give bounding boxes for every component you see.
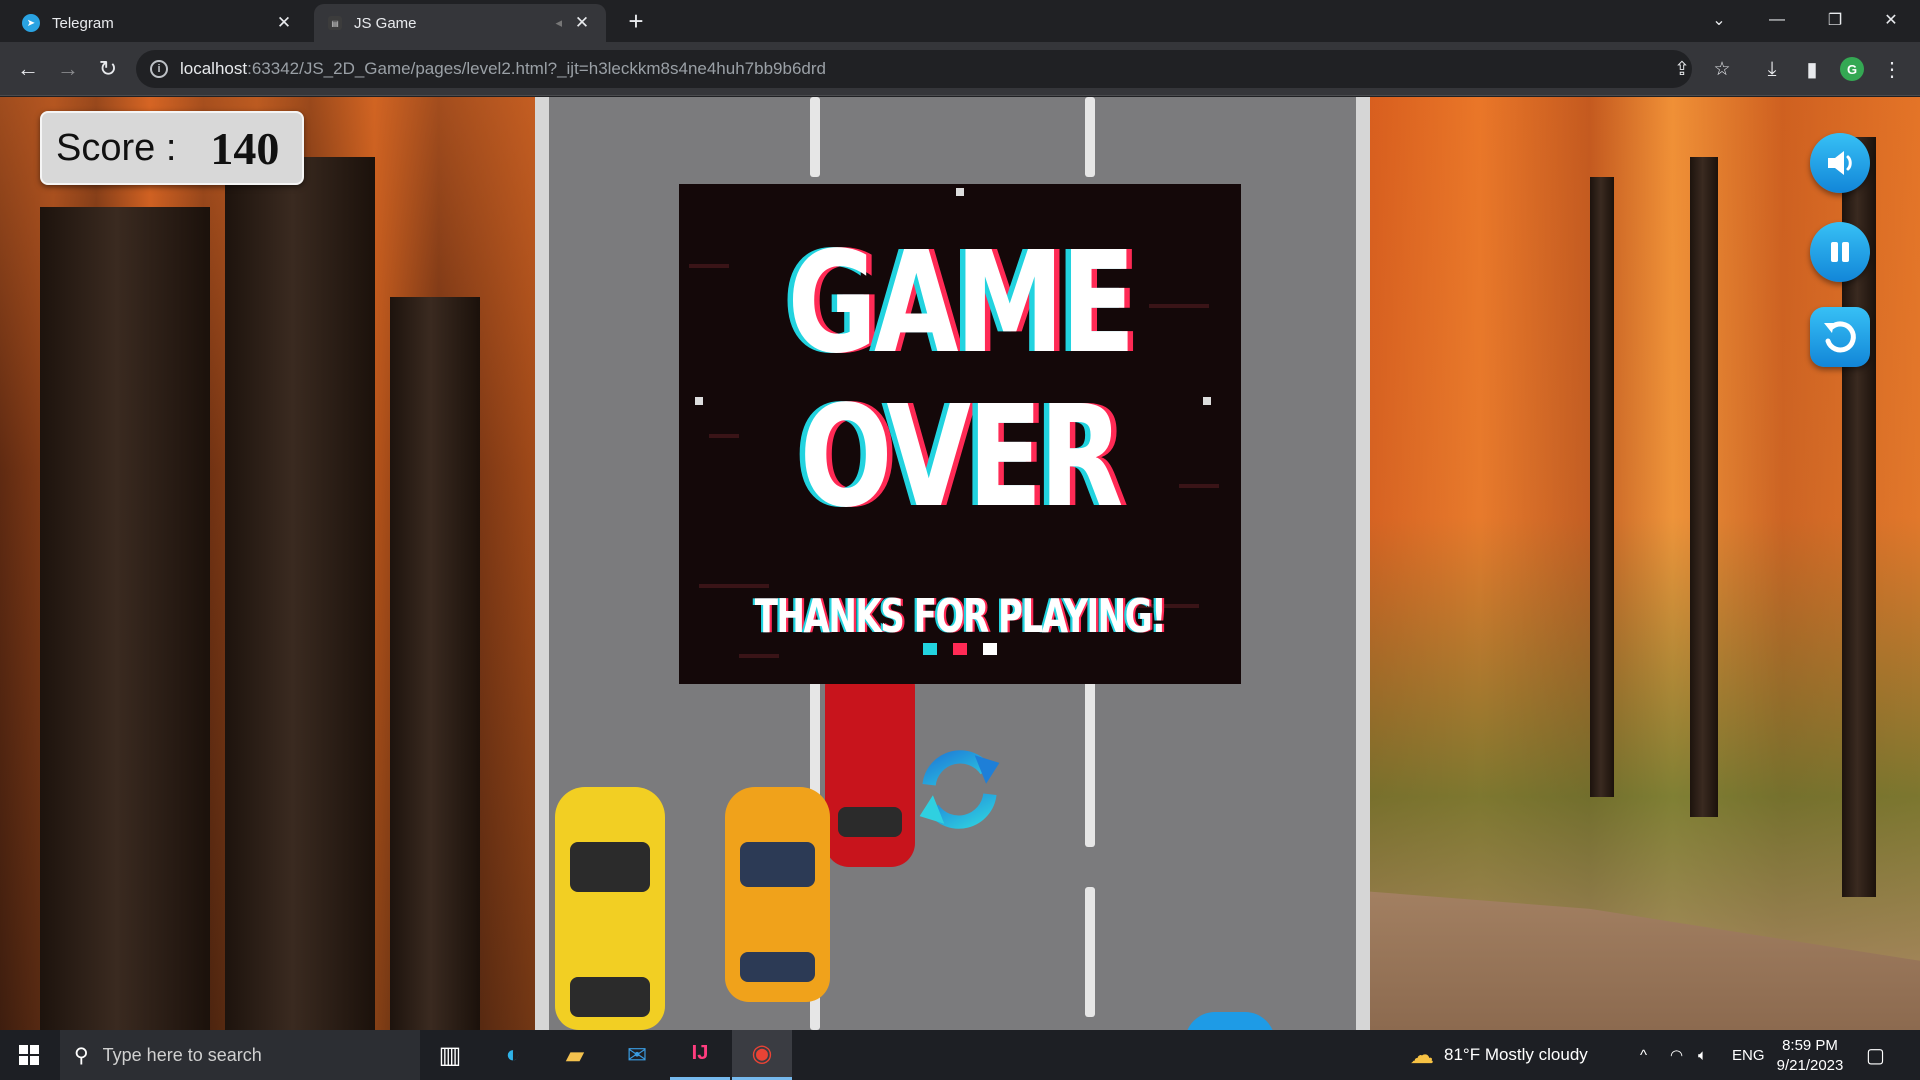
share-icon[interactable]: ⇪ [1666, 50, 1698, 88]
tree-trunk [390, 297, 480, 1030]
clock-time: 8:59 PM [1782, 1037, 1838, 1054]
site-info-icon[interactable]: i [150, 60, 168, 78]
restore-button[interactable]: ❐ [1806, 0, 1864, 40]
lane-marking [1085, 97, 1095, 177]
tab-search-chevron-icon[interactable]: ⌄ [1690, 0, 1748, 40]
tree-trunk [225, 157, 375, 1030]
back-arrow-icon[interactable]: ← [12, 53, 44, 85]
close-tab-icon[interactable]: ✕ [274, 13, 294, 33]
weather-widget[interactable]: ☁ 81°F Mostly cloudy [1410, 1030, 1588, 1080]
lane-marking [1085, 657, 1095, 847]
new-tab-button[interactable]: + [622, 8, 650, 36]
forward-arrow-icon[interactable]: → [52, 53, 84, 85]
cloudy-weather-icon: ☁ [1410, 1041, 1434, 1069]
show-hidden-icons-chevron-icon[interactable]: ^ [1640, 1030, 1647, 1080]
windows-taskbar: ⚲ Type here to search ▥ ◐ ▰ ✉ IJ ◉ ☁ 81°… [0, 1030, 1920, 1080]
download-icon[interactable]: ⤓ [1756, 53, 1788, 85]
road-edge-right [1356, 97, 1370, 1030]
game-over-title-line1: GAME [787, 222, 1136, 385]
restart-cycle-icon[interactable] [912, 742, 1007, 837]
notification-center-icon[interactable]: ▢ [1866, 1030, 1885, 1080]
language-indicator[interactable]: ENG [1732, 1030, 1765, 1080]
weather-text: 81°F Mostly cloudy [1444, 1045, 1588, 1064]
url-path: :63342/JS_2D_Game/pages/level2.html?_ijt… [247, 59, 826, 78]
chrome-icon[interactable]: ◉ [732, 1030, 792, 1080]
sound-toggle-button[interactable] [1810, 133, 1870, 193]
url-host: localhost [180, 59, 248, 78]
speaker-icon [1828, 151, 1852, 175]
pause-button[interactable] [1810, 222, 1870, 282]
tree-trunk [1590, 177, 1614, 797]
game-over-panel: GAME OVER THANKS FOR PLAYING! [679, 184, 1241, 684]
tree-trunk [1690, 157, 1718, 817]
close-tab-icon[interactable]: ✕ [572, 13, 592, 33]
telegram-icon: ➤ [22, 14, 40, 32]
tree-trunk [40, 207, 210, 1030]
address-bar[interactable]: i localhost :63342/JS_2D_Game/pages/leve… [136, 50, 1731, 88]
game-over-title-line2: OVER [799, 376, 1124, 539]
network-icon[interactable]: ◠ [1670, 1030, 1683, 1080]
game-canvas[interactable]: Score : 140 GAME OVER THANKS FOR PLAYING… [0, 97, 1920, 1030]
file-explorer-icon[interactable]: ▰ [545, 1030, 605, 1080]
clock-date: 9/21/2023 [1776, 1057, 1844, 1074]
lane-marking [810, 97, 820, 177]
tab-telegram[interactable]: ➤ Telegram ✕ [8, 4, 308, 42]
edge-icon[interactable]: ◐ [483, 1030, 543, 1080]
js-game-favicon-icon: ▤ [328, 16, 342, 30]
close-window-button[interactable]: ✕ [1862, 0, 1920, 40]
windows-logo-icon [19, 1045, 39, 1065]
clock[interactable]: 8:59 PM 9/21/2023 [1770, 1036, 1850, 1076]
score-value: 140 [210, 122, 280, 174]
player-car [825, 657, 915, 867]
orange-sports-car [725, 787, 830, 1002]
bookmark-star-icon[interactable]: ☆ [1706, 50, 1738, 88]
tab-audio-icon[interactable]: ◂ [555, 15, 562, 31]
minimize-button[interactable]: — [1748, 0, 1806, 40]
menu-kebab-icon[interactable]: ⋮ [1876, 53, 1908, 85]
side-panel-icon[interactable]: ▮ [1796, 53, 1828, 85]
lane-marking [1085, 887, 1095, 1017]
pause-icon [1831, 242, 1849, 262]
search-icon: ⚲ [74, 1044, 89, 1067]
profile-avatar[interactable]: G [1840, 57, 1864, 81]
volume-icon[interactable]: 🔈︎ [1698, 1030, 1707, 1080]
tab-js-game[interactable]: ▤ JS Game ◂ ✕ [314, 4, 606, 42]
restart-level-button[interactable] [1810, 307, 1870, 367]
search-placeholder: Type here to search [102, 1044, 262, 1065]
browser-tab-strip: ➤ Telegram ✕ ▤ JS Game ◂ ✕ + ⌄ — ❐ ✕ [0, 0, 1920, 42]
reload-icon[interactable]: ↻ [92, 53, 124, 85]
undo-arrow-icon [1824, 321, 1856, 353]
tab-title: Telegram [52, 14, 114, 32]
task-view-icon[interactable]: ▥ [420, 1030, 480, 1080]
start-button[interactable] [0, 1030, 58, 1080]
glitch-dots [679, 643, 1241, 655]
thanks-for-playing-text: THANKS FOR PLAYING! [754, 589, 1167, 643]
mail-icon[interactable]: ✉ [607, 1030, 667, 1080]
taxi-car [555, 787, 665, 1030]
blue-car [1185, 1012, 1275, 1030]
tab-title: JS Game [354, 14, 417, 32]
taskbar-search-box[interactable]: ⚲ Type here to search [60, 1030, 420, 1080]
score-panel: Score : 140 [40, 111, 304, 185]
road-edge-left [535, 97, 549, 1030]
intellij-icon[interactable]: IJ [670, 1030, 730, 1080]
score-label: Score : [56, 126, 177, 169]
browser-toolbar: ← → ↻ i localhost :63342/JS_2D_Game/page… [0, 42, 1920, 96]
